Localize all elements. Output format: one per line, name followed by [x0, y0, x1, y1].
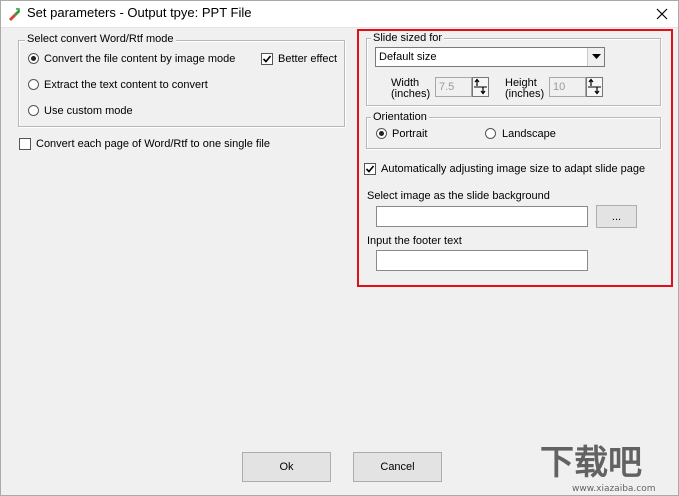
width-input[interactable]: 7.5: [435, 77, 472, 97]
better-effect-label[interactable]: Better effect: [278, 53, 337, 65]
close-icon: [656, 8, 667, 20]
height-label-line2: (inches): [505, 88, 545, 100]
background-label: Select image as the slide background: [367, 190, 550, 202]
auto-adjust-checkbox[interactable]: [364, 163, 376, 175]
cancel-button-label: Cancel: [380, 461, 415, 473]
watermark-logo: 下载吧 www.xiazaiba.com: [540, 443, 656, 494]
browse-button[interactable]: ...: [596, 205, 637, 228]
background-input[interactable]: [376, 206, 588, 227]
width-label-line2: (inches): [391, 88, 431, 100]
window-title: Set parameters - Output tpye: PPT File: [27, 5, 252, 20]
auto-adjust-label[interactable]: Automatically adjusting image size to ad…: [381, 163, 645, 175]
radio-extract-text-label[interactable]: Extract the text content to convert: [44, 79, 208, 91]
footer-input[interactable]: [376, 250, 588, 271]
convert-mode-legend: Select convert Word/Rtf mode: [25, 33, 176, 45]
radio-landscape-label[interactable]: Landscape: [502, 128, 556, 140]
radio-extract-text[interactable]: [28, 79, 39, 90]
better-effect-checkbox[interactable]: [261, 53, 273, 65]
slide-size-select-value: Default size: [379, 51, 437, 63]
footer-label: Input the footer text: [367, 235, 462, 247]
orientation-legend: Orientation: [371, 111, 429, 123]
radio-landscape[interactable]: [485, 128, 496, 139]
radio-image-mode[interactable]: [28, 53, 39, 64]
browse-button-label: ...: [611, 210, 622, 223]
width-spinner[interactable]: [472, 77, 489, 97]
slide-size-legend: Slide sized for: [371, 32, 445, 44]
radio-custom-mode[interactable]: [28, 105, 39, 116]
svg-text:www.xiazaiba.com: www.xiazaiba.com: [572, 484, 656, 494]
radio-custom-mode-label[interactable]: Use custom mode: [44, 105, 133, 117]
title-bar: Set parameters - Output tpye: PPT File: [0, 0, 679, 28]
close-button[interactable]: [644, 0, 679, 28]
single-file-checkbox[interactable]: [19, 138, 31, 150]
height-spinner[interactable]: [586, 77, 603, 97]
height-input[interactable]: 10: [549, 77, 586, 97]
radio-portrait-label[interactable]: Portrait: [392, 128, 427, 140]
check-icon: [365, 165, 375, 173]
radio-portrait[interactable]: [376, 128, 387, 139]
check-icon: [262, 55, 272, 63]
cancel-button[interactable]: Cancel: [353, 452, 442, 482]
ok-button[interactable]: Ok: [242, 452, 331, 482]
radio-image-mode-label[interactable]: Convert the file content by image mode: [44, 53, 235, 65]
slide-size-select[interactable]: Default size: [375, 47, 605, 67]
chevron-down-icon: [591, 54, 601, 59]
spin-arrows-icon: [588, 78, 601, 95]
app-icon: [9, 8, 20, 21]
single-file-label[interactable]: Convert each page of Word/Rtf to one sin…: [36, 138, 270, 150]
svg-text:下载吧: 下载吧: [540, 443, 642, 483]
select-dropdown-button[interactable]: [587, 48, 604, 66]
ok-button-label: Ok: [279, 461, 294, 473]
spin-arrows-icon: [474, 78, 487, 95]
